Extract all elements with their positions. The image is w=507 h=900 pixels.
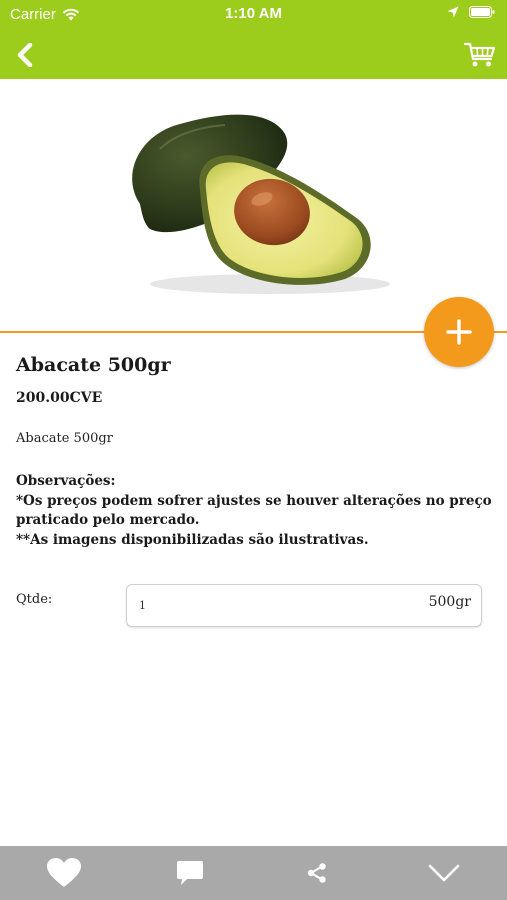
plus-icon [446,319,472,345]
quantity-unit: 500gr [428,594,471,610]
product-title: Abacate 500gr [16,354,171,376]
quantity-value: 1 [139,599,146,612]
product-notes: Observações: *Os preços podem sofrer aju… [16,472,496,550]
notes-line-1: *Os preços podem sofrer ajustes se houve… [16,492,492,529]
quantity-label: Qtde: [16,592,53,607]
avocado-image [132,114,390,294]
comment-button[interactable] [160,846,220,900]
bottom-action-bar [0,846,507,900]
quantity-field[interactable]: 1 500gr [126,584,482,627]
cart-icon [464,42,496,67]
collapse-button[interactable] [414,846,474,900]
product-description: Abacate 500gr [16,431,113,446]
heart-icon [47,858,81,887]
location-arrow-icon [447,6,459,18]
share-button[interactable] [287,846,347,900]
comment-icon [177,861,203,885]
cart-button[interactable] [461,36,499,74]
status-bar: Carrier 1:10 AM [0,0,507,30]
chevron-left-icon [17,43,33,67]
notes-line-2: **As imagens disponibilizadas são ilustr… [16,531,369,548]
status-time: 1:10 AM [225,5,282,22]
chevron-down-icon [428,864,460,882]
share-icon [307,863,326,883]
back-button[interactable] [8,38,42,72]
add-to-cart-button[interactable] [424,297,494,367]
nav-bar [0,30,507,79]
product-price: 200.00CVE [16,390,103,406]
notes-heading: Observações: [16,473,116,489]
favorite-button[interactable] [34,846,94,900]
status-right [447,6,495,18]
product-image [0,79,507,332]
battery-icon [469,6,495,18]
